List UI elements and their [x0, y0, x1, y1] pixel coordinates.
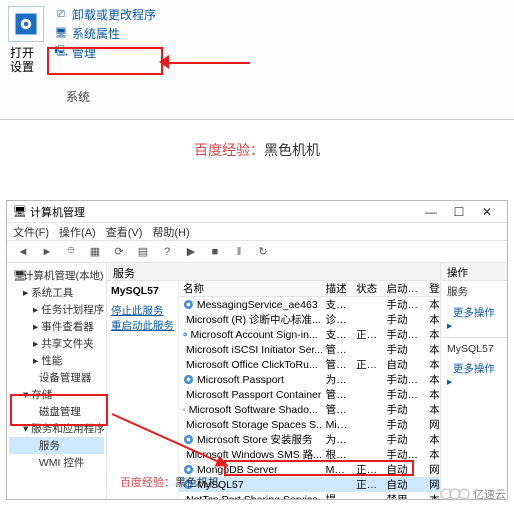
monitor-icon: 🖥: [54, 27, 68, 41]
props-button[interactable]: ▦: [85, 243, 105, 261]
menu-help[interactable]: 帮助(H): [152, 224, 189, 240]
col-startup[interactable]: 启动类型: [383, 281, 426, 296]
play-button[interactable]: ▶: [181, 243, 201, 261]
link-stop-service[interactable]: 停止此服务: [111, 303, 174, 318]
service-row[interactable]: Microsoft (R) 诊断中心标准...诊断...手动本: [179, 312, 440, 327]
refresh-button[interactable]: ⟳: [109, 243, 129, 261]
actions-pane: 操作 服务 更多操作 ▸ MySQL57 更多操作 ▸: [441, 263, 507, 499]
tree-shared[interactable]: ▸ 共享文件夹: [9, 335, 104, 352]
actions-more-2[interactable]: 更多操作 ▸: [441, 358, 507, 391]
stop-button[interactable]: ■: [205, 243, 225, 261]
grid-header: 名称 描述 状态 启动类型 登: [179, 281, 440, 297]
nav-tree: 🖥计算机管理(本地) ▸ 系统工具 ▸ 任务计划程序 ▸ 事件查看器 ▸ 共享文…: [7, 263, 107, 499]
restart-button[interactable]: ↻: [253, 243, 273, 261]
service-row[interactable]: Microsoft Store 安装服务为 M...手动本: [179, 432, 440, 447]
pause-button[interactable]: ‖: [229, 243, 249, 261]
tree-eventviewer[interactable]: ▸ 事件查看器: [9, 318, 104, 335]
gear-icon: [12, 10, 40, 38]
service-row[interactable]: Microsoft Account Sign-in...支持...正在...手动…: [179, 327, 440, 342]
service-icon: [183, 404, 186, 415]
service-row[interactable]: Microsoft Office ClickToRu...管理...正在...自…: [179, 357, 440, 372]
annotation-arrow-line: [166, 62, 250, 64]
service-icon: [183, 329, 187, 340]
annotation-arrow-head: [159, 55, 169, 69]
open-settings-label[interactable]: 打开设置: [10, 46, 34, 74]
credit-text-bottom: 百度经验：黑色机机: [120, 474, 219, 490]
menu-bar: 文件(F) 操作(A) 查看(V) 帮助(H): [7, 223, 507, 241]
menu-action[interactable]: 操作(A): [59, 224, 96, 240]
col-logon[interactable]: 登: [425, 281, 440, 296]
actions-more-1[interactable]: 更多操作 ▸: [441, 302, 507, 335]
col-name[interactable]: 名称: [179, 281, 322, 296]
annotation-box-tree: [10, 394, 108, 426]
up-button[interactable]: ⯐: [61, 243, 81, 261]
service-row[interactable]: Microsoft Software Shado...管理...手动本: [179, 402, 440, 417]
service-icon: [183, 299, 194, 310]
link-sysprop[interactable]: 🖥系统属性: [54, 25, 156, 42]
app-icon-small: 🖥: [13, 205, 27, 218]
tree-scheduler[interactable]: ▸ 任务计划程序: [9, 301, 104, 318]
tree-wmi[interactable]: WMI 控件: [9, 454, 104, 471]
settings-tile[interactable]: [8, 6, 44, 42]
actions-mysql-label: MySQL57: [441, 340, 507, 358]
uninstall-icon: ⎚: [54, 8, 68, 22]
menu-view[interactable]: 查看(V): [106, 224, 143, 240]
service-detail-pane: MySQL57 停止此服务 重启动此服务: [107, 281, 179, 499]
service-row[interactable]: NetTcp Port Sharing Service提供...禁用本: [179, 492, 440, 499]
back-button[interactable]: ◄: [13, 243, 33, 261]
services-heading: 服务: [107, 263, 440, 281]
service-row[interactable]: Microsoft Passport Container管理...手动(触发..…: [179, 387, 440, 402]
help-button[interactable]: ?: [157, 243, 177, 261]
tree-services[interactable]: 服务: [9, 437, 104, 454]
col-status[interactable]: 状态: [352, 281, 382, 296]
service-icon: [183, 374, 194, 385]
control-panel-top: ⎚卸载或更改程序 🖥系统属性 🖳管理 打开设置 系统: [0, 0, 514, 120]
selected-service-name: MySQL57: [111, 285, 174, 297]
window-title: 计算机管理: [30, 204, 85, 220]
annotation-box-manage: [47, 47, 163, 75]
link-uninstall[interactable]: ⎚卸载或更改程序: [54, 6, 156, 23]
tree-devmgr[interactable]: 设备管理器: [9, 369, 104, 386]
window-titlebar: 🖥 计算机管理 — ☐ ✕: [7, 201, 507, 223]
tree-systools[interactable]: ▸ 系统工具: [9, 284, 104, 301]
col-desc[interactable]: 描述: [322, 281, 352, 296]
tree-perf[interactable]: ▸ 性能: [9, 352, 104, 369]
service-row[interactable]: Microsoft Storage Spaces S...Micr...手动网: [179, 417, 440, 432]
computer-management-window: 🖥 计算机管理 — ☐ ✕ 文件(F) 操作(A) 查看(V) 帮助(H) ◄ …: [6, 200, 508, 500]
tree-root[interactable]: 🖥计算机管理(本地): [9, 267, 104, 284]
credit-text-mid: 百度经验：黑色机机: [0, 120, 514, 180]
annotation-box-row: [224, 460, 414, 476]
service-icon: [183, 434, 194, 445]
service-row[interactable]: Microsoft Passport为用...手动(触发...本: [179, 372, 440, 387]
forward-button[interactable]: ►: [37, 243, 57, 261]
close-button[interactable]: ✕: [473, 205, 501, 219]
group-label-system: 系统: [66, 88, 90, 105]
export-button[interactable]: ▤: [133, 243, 153, 261]
service-row[interactable]: Microsoft iSCSI Initiator Ser...管理...手动本: [179, 342, 440, 357]
actions-heading: 操作: [441, 263, 507, 281]
minimize-button[interactable]: —: [417, 205, 445, 219]
actions-services-label: 服务: [441, 281, 507, 302]
service-row[interactable]: MessagingService_ae463支持...手动(触发...本: [179, 297, 440, 312]
link-restart-service[interactable]: 重启动此服务: [111, 318, 174, 333]
maximize-button[interactable]: ☐: [445, 205, 473, 219]
toolbar: ◄ ► ⯐ ▦ ⟳ ▤ ? ▶ ■ ‖ ↻: [7, 241, 507, 263]
watermark-logo: 亿速云: [440, 486, 506, 502]
menu-file[interactable]: 文件(F): [13, 224, 49, 240]
